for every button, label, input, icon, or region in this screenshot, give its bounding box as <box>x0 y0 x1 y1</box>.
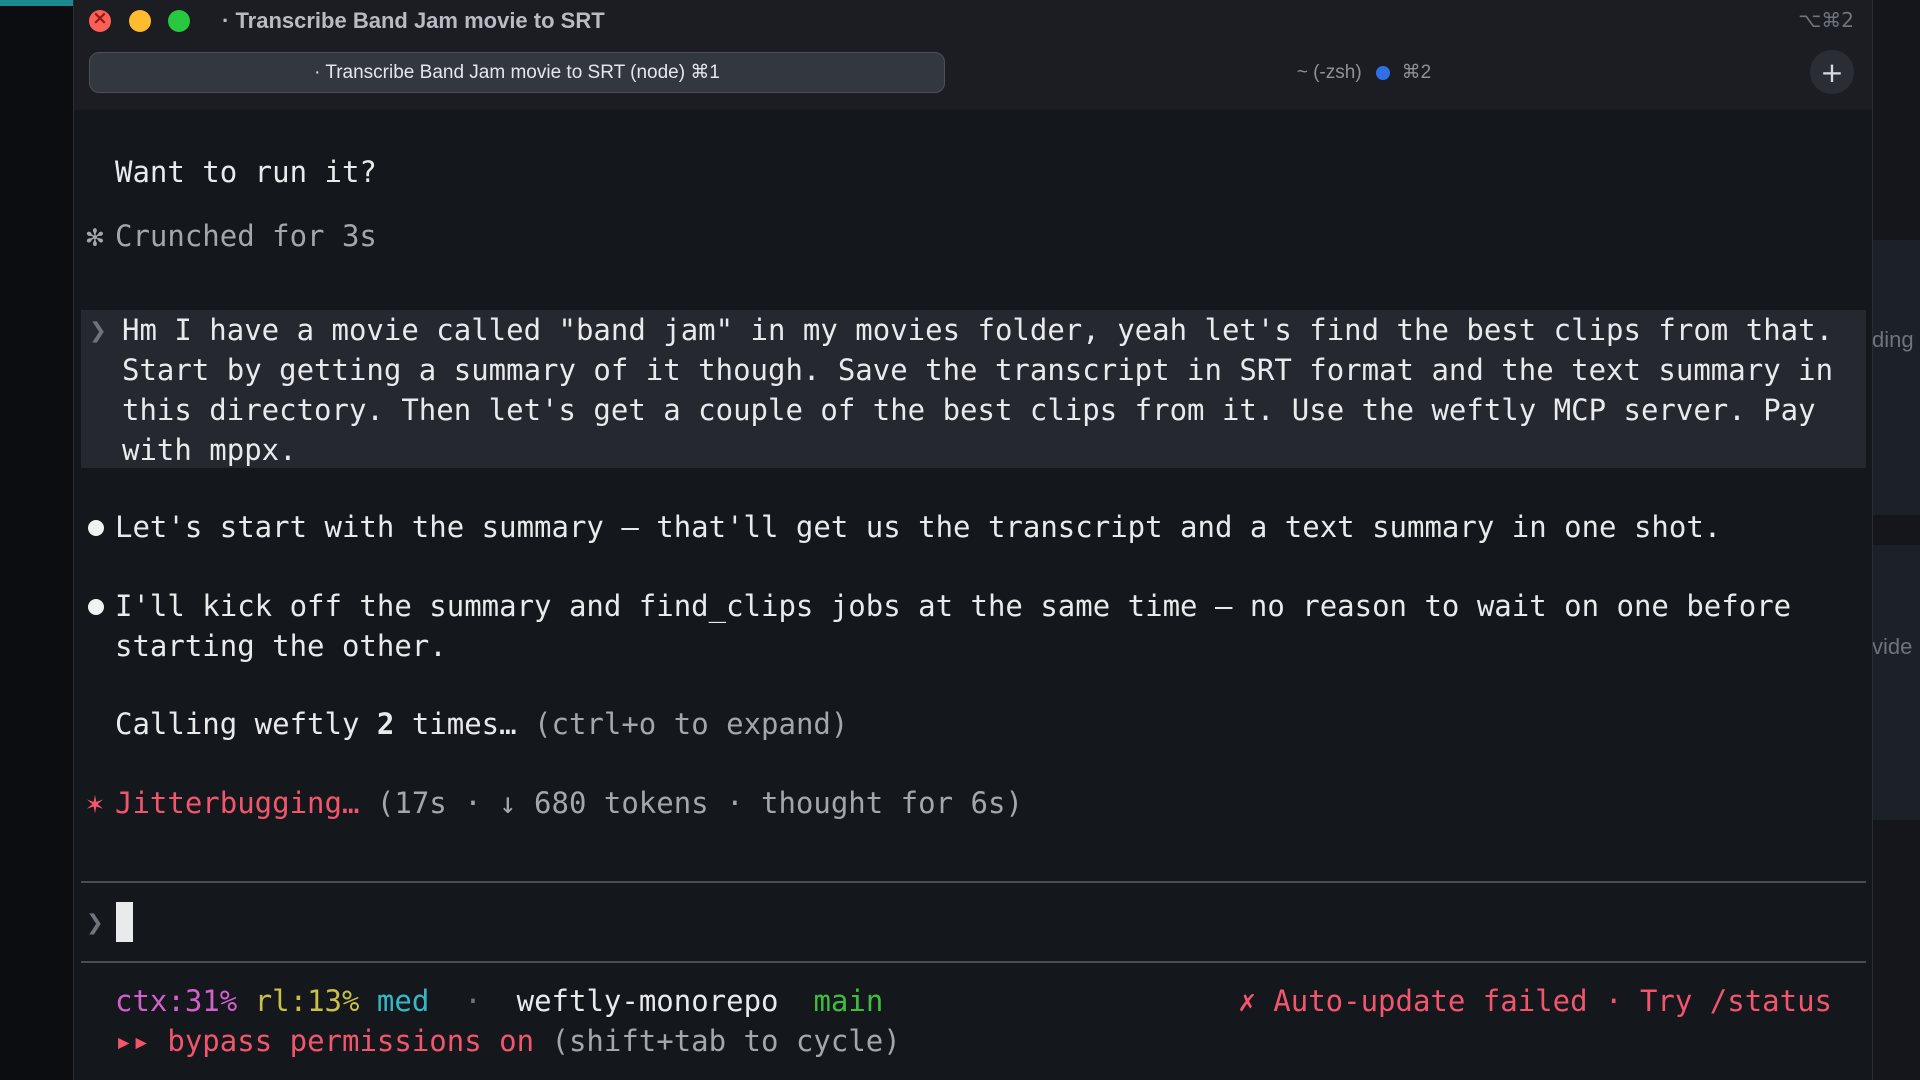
window-title: · Transcribe Band Jam movie to SRT <box>222 8 605 33</box>
context-usage: ctx:31% <box>115 984 238 1018</box>
background-panel <box>1872 240 1920 515</box>
close-window-button[interactable] <box>89 7 111 32</box>
zoom-window-button[interactable] <box>168 10 190 32</box>
plus-icon: + <box>1820 55 1844 89</box>
tab-shortcut: ⌘2 <box>1401 62 1432 83</box>
activity-dot-icon <box>1375 65 1390 80</box>
spinner-icon: ✶ <box>86 786 104 820</box>
crunched-status: Crunched for 3s <box>115 219 377 253</box>
new-tab-button[interactable]: + <box>1810 50 1854 94</box>
assistant-question: Want to run it? <box>115 155 377 189</box>
tab-node-session[interactable]: · Transcribe Band Jam movie to SRT (node… <box>89 52 945 93</box>
tool-call-line: Calling weftly 2 times… (ctrl+o to expan… <box>115 704 848 744</box>
rate-limit-usage: rl:13% <box>254 984 360 1018</box>
tool-call-prefix: Calling weftly <box>115 707 377 741</box>
prompt-input[interactable] <box>115 902 1855 942</box>
user-prompt-text: Hm I have a movie called "band jam" in m… <box>122 313 1834 467</box>
background-panel <box>1872 545 1920 820</box>
mode-arrows-icon: ▸▸ <box>115 1024 150 1058</box>
terminal-content: Want to run it? ✻ Crunched for 3s ❯ Hm I… <box>74 110 1872 1080</box>
assistant-message: I'll kick off the summary and find_clips… <box>115 589 1792 663</box>
permission-mode: bypass permissions on <box>167 1024 535 1058</box>
repo-name: weftly-monorepo <box>516 984 779 1018</box>
mode-cycle-hint: (shift+tab to cycle) <box>534 1024 901 1058</box>
status-line: ctx:31% rl:13% med · weftly-monorepo mai… <box>115 981 883 1021</box>
window-shortcut: ⌥⌘2 <box>1798 8 1854 32</box>
background-text: ding <box>1872 327 1914 352</box>
effort-level: med <box>376 984 430 1018</box>
tab-label: ~ (-zsh) <box>1296 61 1362 83</box>
expand-hint: (ctrl+o to expand) <box>516 707 849 741</box>
bullet-icon <box>88 599 104 615</box>
activity-verb: Jitterbugging… <box>115 786 360 820</box>
status-separator: · <box>464 984 482 1018</box>
tool-call-suffix: times… <box>394 707 517 741</box>
title-bar: · Transcribe Band Jam movie to SRT ⌥⌘2 ·… <box>74 0 1872 110</box>
permission-mode-line: ▸▸ bypass permissions on (shift+tab to c… <box>115 1021 901 1061</box>
crunched-icon: ✻ <box>86 219 104 253</box>
background-window: ding vide <box>1872 0 1920 1080</box>
input-divider-bottom <box>81 961 1866 963</box>
minimize-window-button[interactable] <box>129 10 151 32</box>
activity-details: (17s · ↓ 680 tokens · thought for 6s) <box>359 786 1023 820</box>
input-divider-top <box>81 881 1866 883</box>
activity-line: Jitterbugging… (17s · ↓ 680 tokens · tho… <box>115 783 1023 823</box>
terminal-window: · Transcribe Band Jam movie to SRT ⌥⌘2 ·… <box>73 0 1873 1080</box>
background-text: vide <box>1872 634 1913 659</box>
text-cursor <box>116 902 133 942</box>
prompt-chevron-icon: ❯ <box>89 313 107 347</box>
tool-call-count: 2 <box>376 707 395 741</box>
assistant-message: Let's start with the summary — that'll g… <box>115 510 1722 544</box>
bullet-icon <box>88 520 104 536</box>
git-branch: main <box>813 984 884 1018</box>
tab-label: · Transcribe Band Jam movie to SRT (node… <box>314 62 720 83</box>
tab-zsh[interactable]: ~ (-zsh) ⌘2 <box>945 52 1783 93</box>
input-chevron-icon: ❯ <box>86 905 104 939</box>
user-prompt-block: ❯ Hm I have a movie called "band jam" in… <box>81 310 1866 468</box>
auto-update-error[interactable]: ✗ Auto-update failed · Try /status <box>1238 981 1832 1021</box>
